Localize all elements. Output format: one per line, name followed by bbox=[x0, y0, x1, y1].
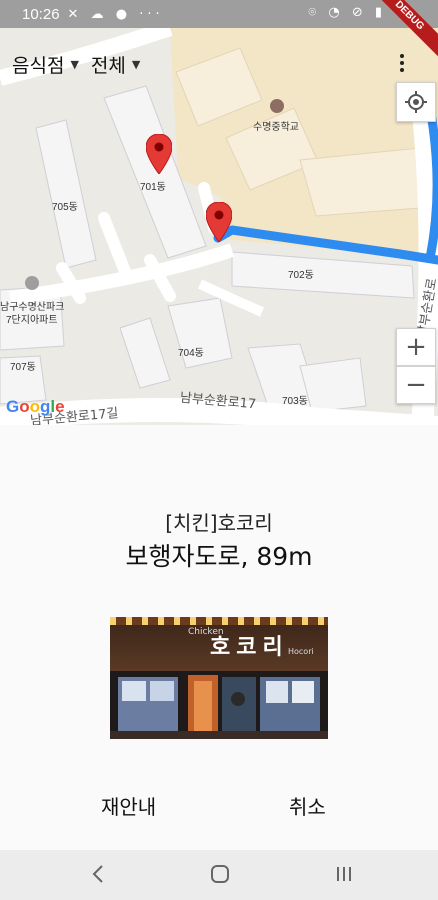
cancel-button[interactable]: 취소 bbox=[289, 791, 326, 820]
photo-sign-small-2: Hocori bbox=[288, 647, 314, 656]
photo-storefront bbox=[110, 671, 328, 739]
map-toolbar: 음식점 ▼ 전체 ▼ bbox=[0, 44, 140, 84]
place-name: [치킨]호코리 bbox=[165, 511, 273, 535]
photo-sign-text: 호코리 bbox=[210, 635, 289, 660]
google-logo: Google bbox=[6, 397, 65, 416]
chevron-down-icon: ▼ bbox=[70, 57, 79, 71]
status-bar: 10:26 ✕ ☁ ● ··· ⌾ ◔ ⊘ ▮ bbox=[0, 0, 438, 28]
home-icon[interactable] bbox=[208, 862, 232, 886]
map-label-apartment-2: 7단지아파트 bbox=[6, 315, 58, 326]
my-location-icon bbox=[405, 91, 427, 113]
zoom-in-button[interactable]: + bbox=[396, 328, 436, 366]
map-label-702: 702동 bbox=[288, 270, 314, 281]
my-location-button[interactable] bbox=[396, 82, 436, 122]
place-photo: Chicken 호코리 Hocori bbox=[110, 617, 328, 739]
map-view[interactable]: 수명중학교 701동 705동 702동 704동 707동 703동 남구수명… bbox=[0, 28, 438, 425]
map-label-705: 705동 bbox=[52, 202, 78, 213]
map-label-704: 704동 bbox=[178, 348, 204, 359]
school-icon bbox=[270, 99, 284, 113]
map-marker-icon[interactable] bbox=[206, 202, 232, 242]
status-notification-icons: ✕ ☁ ● ··· bbox=[67, 6, 164, 22]
action-bar: 재안내 취소 bbox=[0, 791, 438, 831]
status-time: 10:26 bbox=[22, 5, 60, 23]
recent-apps-icon[interactable] bbox=[332, 862, 356, 886]
system-nav-bar bbox=[0, 850, 438, 900]
map-marker-icon[interactable] bbox=[146, 134, 172, 174]
category-dropdown[interactable]: 음식점 ▼ bbox=[12, 51, 79, 78]
more-vert-icon[interactable] bbox=[392, 48, 412, 78]
plus-icon: + bbox=[405, 332, 427, 362]
filter-dropdown-label: 전체 bbox=[90, 54, 126, 77]
place-info-panel: [치킨]호코리 보행자도로, 89m Chicken 호코리 Hocori 재안… bbox=[0, 425, 438, 850]
status-system-icons: ⌾ ◔ ⊘ ▮ bbox=[308, 5, 386, 20]
map-label-school: 수명중학교 bbox=[253, 122, 299, 133]
apartment-icon bbox=[25, 276, 39, 290]
filter-dropdown[interactable]: 전체 ▼ bbox=[91, 51, 140, 78]
map-label-703: 703동 bbox=[282, 396, 308, 407]
category-dropdown-label: 음식점 bbox=[12, 54, 65, 77]
route-summary: 보행자도로, 89m bbox=[125, 542, 313, 571]
back-icon[interactable] bbox=[88, 862, 110, 886]
photo-lights bbox=[110, 617, 328, 625]
zoom-out-button[interactable]: − bbox=[396, 366, 436, 404]
map-label-707: 707동 bbox=[10, 362, 36, 373]
chevron-down-icon: ▼ bbox=[131, 57, 141, 71]
reroute-button[interactable]: 재안내 bbox=[101, 791, 156, 820]
minus-icon: − bbox=[405, 370, 427, 400]
map-label-701: 701동 bbox=[140, 182, 166, 193]
